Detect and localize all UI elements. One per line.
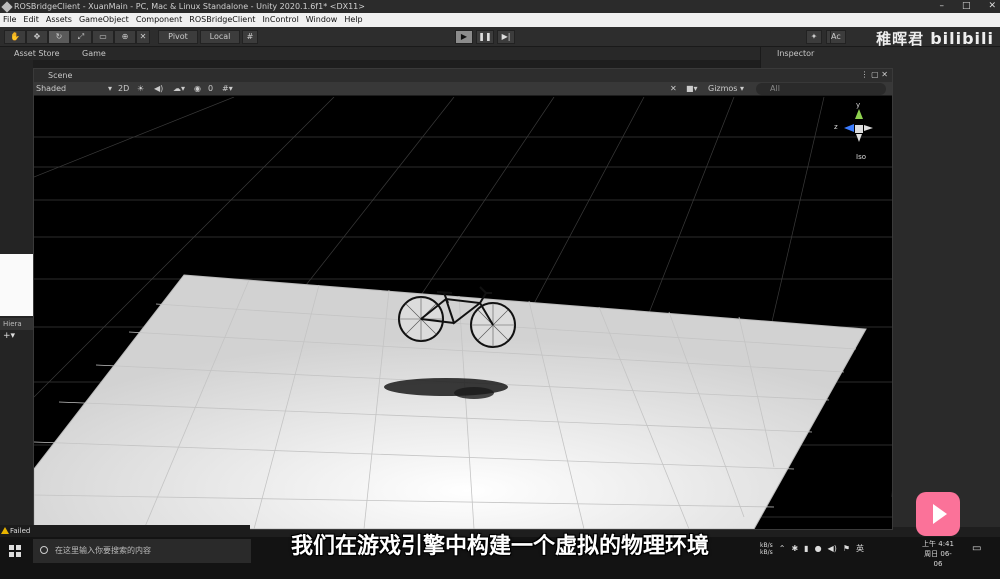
window-title: ROSBridgeClient - XuanMain - PC, Mac & L…	[14, 2, 365, 11]
gizmo-axis-y: y	[856, 101, 861, 109]
maximize-icon[interactable]: □	[962, 0, 971, 13]
move-tool-icon[interactable]: ✥	[26, 30, 48, 44]
menu-edit[interactable]: Edit	[23, 13, 39, 27]
scene-search-input[interactable]: All	[756, 83, 886, 95]
tab-inspector-label: Inspector	[777, 49, 815, 58]
video-subtitle: 我们在游戏引擎中构建一个虚拟的物理环境	[290, 534, 709, 559]
scale-tool-icon[interactable]: ⤢	[70, 30, 92, 44]
local-label: Local	[209, 32, 231, 41]
top-tabstrip: Asset Store Game	[0, 47, 760, 60]
tab-asset-store-label: Asset Store	[14, 49, 60, 58]
menu-file[interactable]: File	[3, 13, 16, 27]
menu-help[interactable]: Help	[344, 13, 362, 27]
grid-icon[interactable]: #▾	[222, 83, 233, 95]
grid-snap-icon[interactable]: #	[242, 30, 258, 44]
2d-toggle[interactable]: 2D	[118, 83, 129, 95]
transform-tool-icon[interactable]: ⊕	[114, 30, 136, 44]
collab-icon-2[interactable]: ✦	[806, 30, 822, 44]
rect-tool-icon[interactable]: ▭	[92, 30, 114, 44]
scene-render	[34, 97, 892, 529]
tab-inspector[interactable]: Inspector	[765, 48, 814, 60]
left-panel: Hiera +▾	[0, 60, 33, 527]
chevron-down-icon: ▾	[107, 84, 112, 93]
gizmo-y-cone-icon	[855, 109, 863, 119]
shading-mode-label: Shaded	[36, 84, 67, 93]
scene-controls: Shaded ▾ 2D ☀ ◀) ☁▾ ◉ 0 #▾ ✕ ■▾ Gizmos ▾…	[34, 82, 892, 96]
tab-hierarchy[interactable]: Hiera	[0, 318, 33, 330]
play-button[interactable]: ▶	[455, 30, 473, 44]
tab-scene-label: Scene	[48, 71, 73, 80]
scene-viewport[interactable]: y z Iso	[34, 97, 892, 529]
scene-tabbar: Scene ⋮ ▢ ✕	[34, 69, 892, 82]
local-toggle[interactable]: Local	[200, 30, 240, 44]
tab-game[interactable]: Game	[70, 48, 106, 60]
pivot-label: Pivot	[168, 32, 188, 41]
tab-hierarchy-label: Hiera	[3, 320, 22, 328]
menubar: File Edit Assets GameObject Component RO…	[0, 13, 1000, 27]
watermark-brand: bilibili	[930, 29, 994, 48]
gizmo-axis-z: z	[834, 123, 838, 131]
tab-scene[interactable]: Scene	[36, 70, 72, 82]
scene-search-placeholder: All	[770, 84, 780, 93]
gizmo-right-cone-icon	[864, 125, 873, 131]
menu-component[interactable]: Component	[136, 13, 182, 27]
gizmo-cube-icon	[855, 125, 863, 133]
step-button[interactable]: ▶|	[497, 30, 515, 44]
lighting-icon[interactable]: ☀	[137, 83, 144, 95]
menu-gameobject[interactable]: GameObject	[79, 13, 129, 27]
tab-asset-store[interactable]: Asset Store	[2, 48, 60, 60]
bilibili-watermark: 稚晖君 bilibili	[876, 28, 994, 49]
unity-logo-icon	[1, 1, 13, 13]
custom-tool-icon[interactable]: ✕	[136, 30, 150, 44]
shading-mode-dropdown[interactable]: Shaded ▾	[36, 83, 112, 95]
menu-window[interactable]: Window	[306, 13, 338, 27]
account-dropdown[interactable]: Ac	[830, 30, 846, 44]
add-object-icon[interactable]: +▾	[3, 331, 15, 341]
menu-rosbridgeclient[interactable]: ROSBridgeClient	[189, 13, 255, 27]
effects-icon[interactable]: ☁▾	[173, 83, 185, 95]
gizmo-down-cone-icon	[856, 134, 862, 142]
scene-window-menu-icon[interactable]: ⋮ ▢ ✕	[861, 70, 888, 79]
scene-gizmo[interactable]: y z Iso	[834, 101, 882, 161]
gizmo-x-cone-icon	[844, 124, 854, 132]
gizmos-label: Gizmos	[708, 84, 738, 93]
audio-icon[interactable]: ◀)	[154, 83, 163, 95]
close-icon[interactable]: ✕	[988, 0, 996, 13]
main-toolbar: ✋ ✥ ↻ ⤢ ▭ ⊕ ✕ Pivot Local # ▶ ❚❚ ▶| ☼ ✦ …	[0, 27, 1000, 47]
window-controls: – □ ✕	[939, 0, 996, 13]
account-label: Ac	[831, 32, 841, 41]
tab-game-label: Game	[82, 49, 106, 58]
menu-assets[interactable]: Assets	[46, 13, 72, 27]
minimize-icon[interactable]: –	[939, 0, 944, 13]
video-play-icon	[933, 504, 947, 524]
visibility-icon[interactable]: ◉	[194, 83, 201, 95]
rotate-tool-icon[interactable]: ↻	[48, 30, 70, 44]
gizmo-projection-label[interactable]: Iso	[856, 153, 866, 161]
pivot-toggle[interactable]: Pivot	[158, 30, 198, 44]
window-titlebar: ROSBridgeClient - XuanMain - PC, Mac & L…	[0, 0, 1000, 13]
camera-icon[interactable]: ■▾	[686, 83, 698, 95]
tools-icon[interactable]: ✕	[670, 83, 677, 95]
pause-button[interactable]: ❚❚	[476, 30, 494, 44]
watermark-author: 稚晖君	[876, 30, 925, 48]
menu-incontrol[interactable]: InControl	[262, 13, 298, 27]
game-preview-area	[0, 254, 33, 316]
hand-tool-icon[interactable]: ✋	[4, 30, 26, 44]
gizmos-dropdown[interactable]: Gizmos ▾	[708, 83, 744, 95]
hidden-count: 0	[208, 84, 214, 93]
scene-window: Scene ⋮ ▢ ✕ Shaded ▾ 2D ☀ ◀) ☁▾ ◉ 0 #▾ ✕…	[33, 68, 893, 530]
